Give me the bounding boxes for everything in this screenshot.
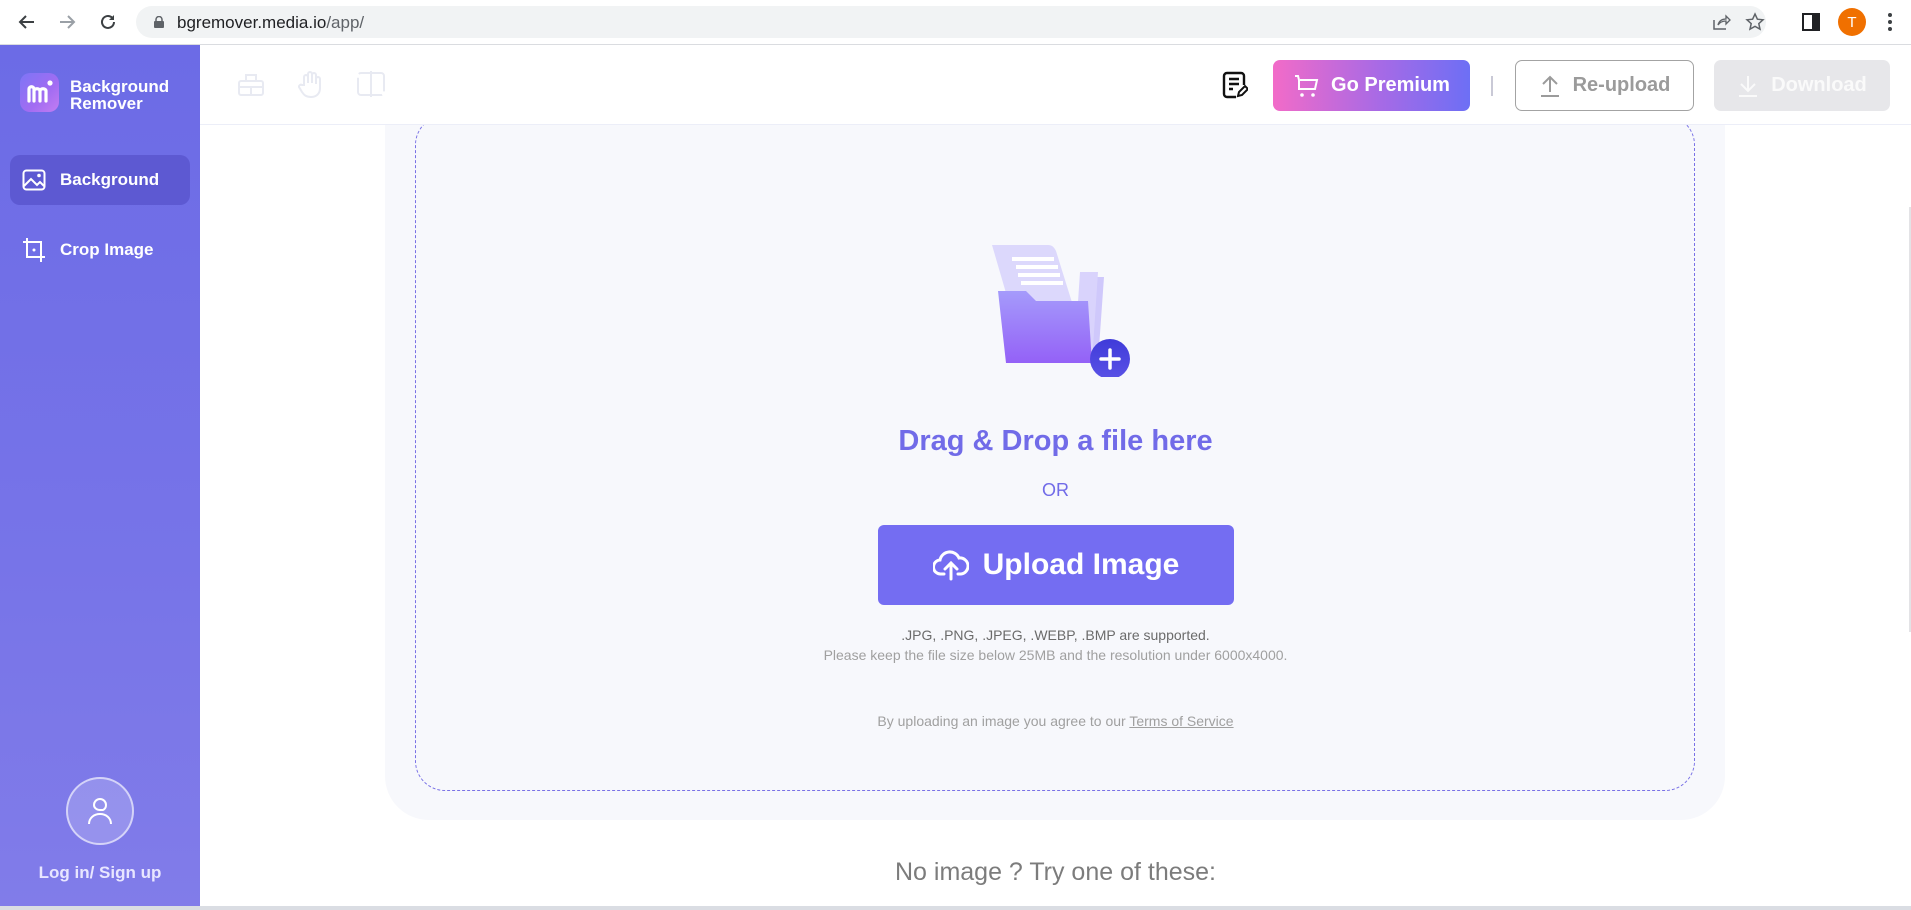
upload-image-button[interactable]: Upload Image xyxy=(878,525,1234,605)
editor-toolbar: Go Premium Re-upload Download xyxy=(200,45,1911,125)
sample-images-prompt: No image ? Try one of these: xyxy=(894,858,1216,886)
lock-icon xyxy=(154,16,164,28)
cart-icon xyxy=(1295,74,1319,97)
compare-icon[interactable] xyxy=(356,69,386,99)
toolbar-divider xyxy=(1491,76,1493,96)
image-icon xyxy=(22,169,46,191)
or-divider-text: OR xyxy=(1042,480,1069,500)
sidebar-item-label: Crop Image xyxy=(60,240,154,259)
reload-icon[interactable] xyxy=(94,8,122,36)
login-avatar-button[interactable] xyxy=(66,777,134,845)
window-bottom-edge xyxy=(0,906,1911,910)
profile-avatar[interactable]: T xyxy=(1838,8,1866,36)
drop-zone[interactable] xyxy=(415,125,1695,791)
login-signup-link[interactable]: Log in/ Sign up xyxy=(0,863,200,883)
browser-toolbar: bgremover.media.io/app/ T xyxy=(0,0,1911,45)
back-icon[interactable] xyxy=(13,8,41,36)
app-logo[interactable] xyxy=(20,73,59,112)
share-icon[interactable] xyxy=(1711,12,1731,32)
upload-arrow-icon xyxy=(1540,75,1559,97)
terms-notice: By uploading an image you agree to our T… xyxy=(877,713,1234,729)
cloud-upload-icon xyxy=(932,550,969,581)
user-icon xyxy=(88,798,112,825)
download-button[interactable]: Download xyxy=(1714,60,1890,111)
sidebar-item-background[interactable]: Background xyxy=(10,155,190,205)
url-text[interactable]: bgremover.media.io/app/ xyxy=(177,13,364,33)
file-limits-text: Please keep the file size below 25MB and… xyxy=(823,647,1288,663)
sidebar-item-label: Background xyxy=(60,170,160,189)
sidebar: Background Remover Background Crop Image… xyxy=(0,45,200,907)
side-panel-icon[interactable] xyxy=(1802,13,1820,31)
drag-drop-heading: Drag & Drop a file here xyxy=(898,425,1213,457)
forward-icon[interactable] xyxy=(53,8,81,36)
terms-of-service-link[interactable]: Terms of Service xyxy=(1129,713,1233,729)
address-bar[interactable]: bgremover.media.io/app/ xyxy=(136,6,1766,38)
main-content: Drag & Drop a file here OR Upload Image … xyxy=(200,125,1911,907)
app-name: Background Remover xyxy=(70,77,170,113)
hand-pan-icon[interactable] xyxy=(296,69,326,99)
sidebar-item-crop-image[interactable]: Crop Image xyxy=(10,225,190,275)
supported-formats-text: .JPG, .PNG, .JPEG, .WEBP, .BMP are suppo… xyxy=(901,627,1210,643)
go-premium-button[interactable]: Go Premium xyxy=(1273,60,1470,111)
bookmark-star-icon[interactable] xyxy=(1745,12,1765,32)
more-menu-icon[interactable] xyxy=(1887,12,1893,32)
crop-icon xyxy=(23,238,45,262)
folder-upload-illustration xyxy=(992,245,1130,377)
download-arrow-icon xyxy=(1739,75,1758,97)
feedback-notes-icon[interactable] xyxy=(1222,71,1248,99)
media-io-logo-icon xyxy=(27,80,53,103)
eraser-icon[interactable] xyxy=(236,69,266,99)
reupload-button[interactable]: Re-upload xyxy=(1515,60,1694,111)
